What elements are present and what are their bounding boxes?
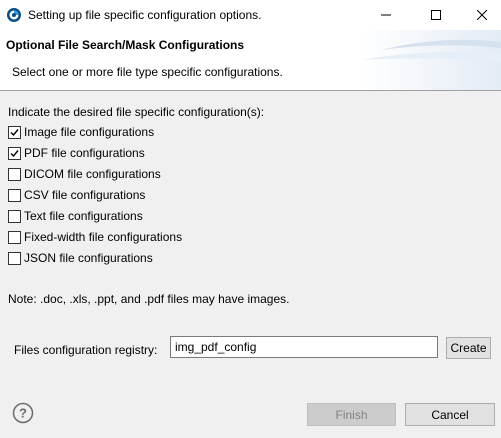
checkbox[interactable] — [8, 230, 21, 244]
checkmark-icon — [10, 149, 19, 157]
option-row[interactable]: Fixed-width file configurations — [8, 229, 182, 245]
cancel-button[interactable]: Cancel — [405, 403, 495, 426]
option-label: JSON file configurations — [24, 251, 153, 265]
option-label: Image file configurations — [24, 125, 155, 139]
images-note: Note: .doc, .xls, .ppt, and .pdf files m… — [8, 292, 290, 306]
checkbox[interactable] — [8, 209, 21, 223]
option-row[interactable]: Image file configurations — [8, 124, 154, 140]
checkmark-icon — [10, 128, 19, 136]
minimize-button[interactable] — [363, 0, 409, 30]
finish-button[interactable]: Finish — [307, 403, 396, 426]
option-label: Text file configurations — [24, 209, 143, 223]
svg-text:?: ? — [19, 406, 27, 421]
option-row[interactable]: CSV file configurations — [8, 187, 145, 203]
checkbox[interactable] — [8, 146, 21, 160]
option-row[interactable]: Text file configurations — [8, 208, 143, 224]
maximize-icon — [431, 10, 441, 20]
registry-input[interactable] — [170, 336, 438, 358]
option-label: DICOM file configurations — [24, 167, 161, 181]
option-label: PDF file configurations — [24, 146, 145, 160]
window-title: Setting up file specific configuration o… — [28, 8, 262, 22]
checkbox[interactable] — [8, 251, 21, 265]
option-label: Fixed-width file configurations — [24, 230, 183, 244]
maximize-button[interactable] — [413, 0, 459, 30]
header-banner: Optional File Search/Mask Configurations… — [0, 30, 501, 91]
page-title: Optional File Search/Mask Configurations — [6, 38, 245, 52]
option-row[interactable]: DICOM file configurations — [8, 166, 161, 182]
title-bar: Setting up file specific configuration o… — [0, 0, 501, 30]
help-icon[interactable]: ? — [12, 402, 34, 424]
option-label: CSV file configurations — [24, 188, 146, 202]
banner-decoration — [361, 30, 501, 90]
option-row[interactable]: JSON file configurations — [8, 250, 153, 266]
minimize-icon — [381, 14, 391, 16]
create-button[interactable]: Create — [446, 337, 491, 359]
option-row[interactable]: PDF file configurations — [8, 145, 145, 161]
close-button[interactable] — [459, 0, 501, 30]
checkbox[interactable] — [8, 125, 21, 139]
close-icon — [477, 10, 487, 20]
app-logo-icon — [7, 8, 21, 22]
page-description: Select one or more file type specific co… — [12, 65, 283, 79]
registry-label: Files configuration registry: — [14, 343, 158, 357]
checkbox[interactable] — [8, 167, 21, 181]
checkbox[interactable] — [8, 188, 21, 202]
options-prompt: Indicate the desired file specific confi… — [8, 105, 265, 119]
